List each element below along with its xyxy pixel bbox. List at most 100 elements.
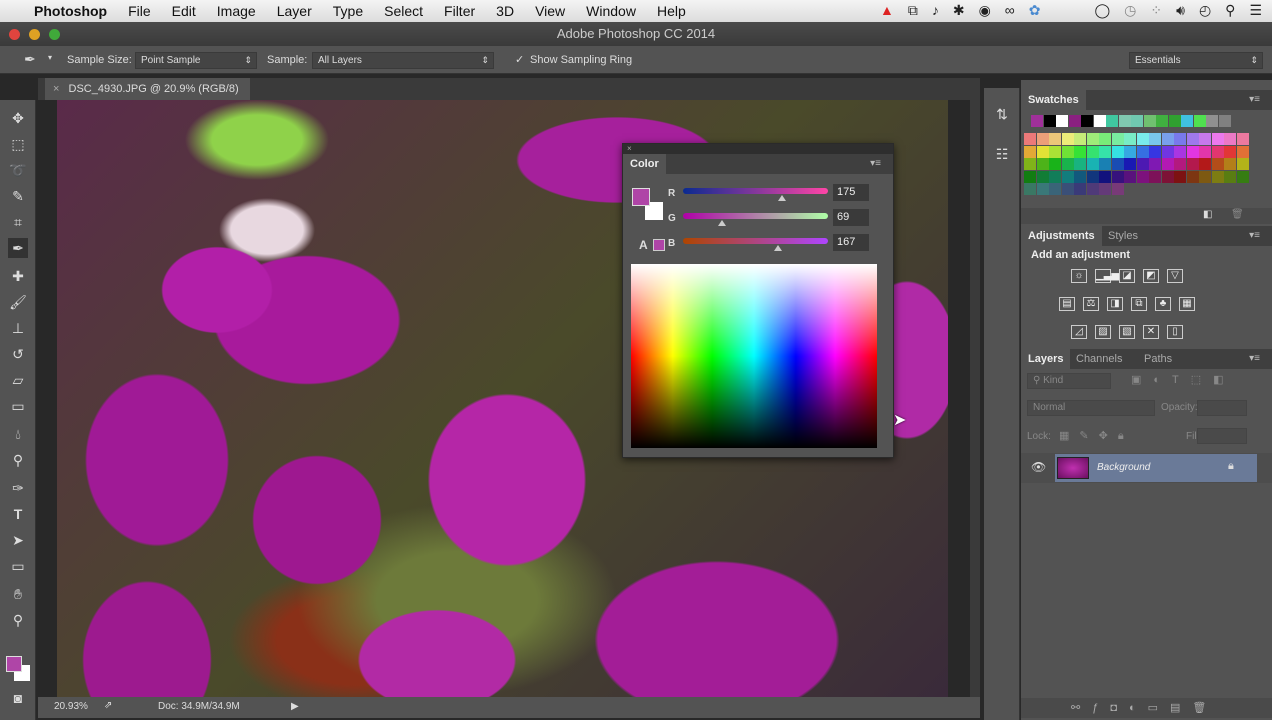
swatch[interactable]	[1236, 170, 1249, 183]
menu-file[interactable]: File	[128, 3, 151, 19]
swatch[interactable]	[1086, 170, 1099, 183]
swatch[interactable]	[1193, 115, 1206, 127]
adjustment-icon[interactable]: ▧	[1119, 325, 1135, 339]
g-slider-thumb[interactable]	[718, 220, 727, 226]
swatch[interactable]	[1186, 145, 1199, 158]
swatch[interactable]	[1036, 183, 1049, 195]
swatch[interactable]	[1074, 133, 1086, 145]
swatch[interactable]	[1211, 133, 1224, 145]
swatch[interactable]	[1099, 183, 1111, 195]
adjustment-icon[interactable]: ▦	[1179, 297, 1195, 311]
visibility-eye-icon[interactable]: 👁︎	[1031, 460, 1046, 474]
adjustment-icon[interactable]: ◩	[1143, 269, 1159, 283]
foreground-color-swatch[interactable]	[6, 656, 22, 672]
adjustment-icon[interactable]: ▯	[1167, 325, 1183, 339]
swatch[interactable]	[1211, 145, 1224, 158]
swatch[interactable]	[1199, 145, 1211, 158]
adjustment-icon[interactable]: ⚖	[1083, 297, 1099, 311]
menu-edit[interactable]: Edit	[172, 3, 196, 19]
tab-swatches[interactable]: Swatches	[1021, 90, 1086, 110]
swatch[interactable]	[1181, 115, 1193, 127]
swatch[interactable]	[1224, 170, 1236, 183]
b-slider[interactable]	[683, 238, 828, 244]
blend-mode-select[interactable]: Normal	[1027, 400, 1155, 416]
paw-icon[interactable]: ✱	[953, 2, 965, 19]
sync-icon[interactable]: ✿	[1029, 2, 1041, 19]
swatch[interactable]	[1111, 170, 1124, 183]
swatch[interactable]	[1149, 170, 1161, 183]
swatch[interactable]	[1174, 133, 1186, 145]
stamp-tool-icon[interactable]: ⊥	[8, 318, 28, 338]
gamut-warning-icon[interactable]: A	[639, 238, 648, 252]
tab-channels[interactable]: Channels	[1069, 349, 1129, 369]
pen-tool-icon[interactable]: ✑	[8, 478, 28, 498]
swatch[interactable]	[1049, 170, 1061, 183]
history-brush-tool-icon[interactable]: ↺	[8, 344, 28, 364]
menu-view[interactable]: View	[535, 3, 565, 19]
blur-tool-icon[interactable]: 💧︎	[8, 424, 28, 444]
swatch[interactable]	[1174, 170, 1186, 183]
swatch[interactable]	[1024, 133, 1036, 145]
b-value-input[interactable]: 167	[833, 234, 869, 251]
swatch[interactable]	[1236, 133, 1249, 145]
menu-layer[interactable]: Layer	[277, 3, 312, 19]
properties-panel-icon[interactable]: ☷	[992, 144, 1012, 164]
close-panel-icon[interactable]: ×	[623, 144, 893, 154]
foreground-color-chip[interactable]	[632, 188, 650, 206]
hand-tool-icon[interactable]: ✋︎	[8, 584, 28, 604]
swatch[interactable]	[1036, 133, 1049, 145]
swatch[interactable]	[1224, 145, 1236, 158]
layer-filter-kind-select[interactable]: ⚲ Kind	[1027, 373, 1111, 389]
adjustment-icon[interactable]: ▤	[1059, 297, 1075, 311]
swatch[interactable]	[1099, 133, 1111, 145]
swatch[interactable]	[1199, 133, 1211, 145]
swatch[interactable]	[1131, 115, 1143, 127]
swatch[interactable]	[1186, 133, 1199, 145]
layer-row[interactable]: 👁︎ Background 🔒︎	[1021, 453, 1272, 483]
adjustment-icon[interactable]: ▨	[1095, 325, 1111, 339]
type-tool-icon[interactable]: T	[8, 504, 28, 524]
tab-paths[interactable]: Paths	[1137, 349, 1179, 369]
swatch[interactable]	[1199, 170, 1211, 183]
swatch[interactable]	[1068, 115, 1081, 127]
swatch[interactable]	[1136, 158, 1149, 170]
adjustment-icon[interactable]: ⧉	[1131, 297, 1147, 311]
gauge-icon[interactable]: ◉	[979, 2, 991, 19]
bluetooth-icon[interactable]: ⁘	[1150, 2, 1162, 19]
trash-icon[interactable]: 🗑︎	[1231, 209, 1244, 220]
adjustment-icon[interactable]: ◿	[1071, 325, 1087, 339]
swatch[interactable]	[1049, 133, 1061, 145]
r-slider[interactable]	[683, 188, 828, 194]
dodge-tool-icon[interactable]: ⚲	[8, 450, 28, 470]
zoom-level[interactable]: 20.93%	[54, 701, 88, 712]
share-icon[interactable]: ⇗	[104, 700, 112, 711]
swatch[interactable]	[1218, 115, 1231, 127]
swatch[interactable]	[1031, 115, 1043, 127]
swatch[interactable]	[1199, 158, 1211, 170]
fill-input[interactable]	[1197, 428, 1247, 444]
menu-type[interactable]: Type	[333, 3, 363, 19]
swatch[interactable]	[1056, 115, 1068, 127]
swatch[interactable]	[1111, 158, 1124, 170]
swatch[interactable]	[1161, 145, 1174, 158]
swatch[interactable]	[1024, 145, 1036, 158]
swatch[interactable]	[1211, 158, 1224, 170]
adjustment-icon[interactable]: ◪	[1119, 269, 1135, 283]
swatch[interactable]	[1086, 133, 1099, 145]
bell-icon[interactable]: ♪	[932, 2, 939, 19]
display-icon[interactable]: ⧉	[908, 2, 918, 19]
swatch[interactable]	[1124, 133, 1136, 145]
layer-filter-icons[interactable]: ▣◐T⬚◧	[1131, 373, 1236, 386]
swatch[interactable]	[1161, 170, 1174, 183]
workspace-select[interactable]: Essentials	[1129, 52, 1263, 69]
eraser-tool-icon[interactable]: ▱	[8, 370, 28, 390]
g-slider[interactable]	[683, 213, 828, 219]
canvas-scrollbar[interactable]	[970, 100, 980, 697]
document-tab[interactable]: × DSC_4930.JPG @ 20.9% (RGB/8)	[45, 78, 250, 100]
swatch[interactable]	[1049, 183, 1061, 195]
swatch[interactable]	[1143, 115, 1156, 127]
swatch[interactable]	[1124, 158, 1136, 170]
swatch[interactable]	[1074, 158, 1086, 170]
adjustment-icon[interactable]: ◨	[1107, 297, 1123, 311]
swatch[interactable]	[1086, 158, 1099, 170]
